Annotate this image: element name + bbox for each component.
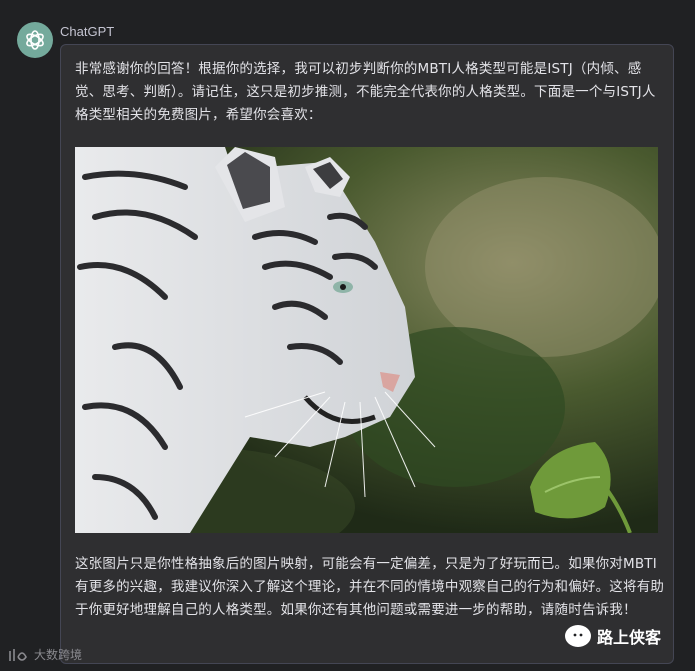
watermark-right: 路上侠客: [565, 624, 661, 648]
watermark-right-text: 路上侠客: [597, 628, 662, 647]
dashuo-logo-icon: [9, 648, 27, 661]
watermark-left-text: 大数跨境: [34, 648, 83, 662]
chatgpt-avatar: [17, 22, 53, 58]
watermark-left: 大数跨境: [8, 646, 82, 663]
openai-logo-icon: [26, 30, 44, 50]
sender-name: ChatGPT: [60, 24, 115, 39]
message-outro-text: 这张图片只是你性格抽象后的图片映射，可能会有一定偏差，只是为了好玩而已。如果你对…: [75, 556, 665, 618]
message-intro-text: 非常感谢你的回答！根据你的选择，我可以初步判断你的MBTI人格类型可能是ISTJ…: [75, 61, 656, 123]
tiger-image: [75, 147, 658, 533]
wechat-icon: [565, 625, 591, 647]
